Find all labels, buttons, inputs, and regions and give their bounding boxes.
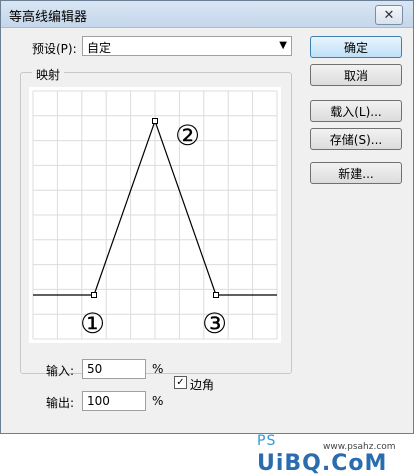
- new-button[interactable]: 新建...: [310, 162, 402, 184]
- output-label: 输出:: [46, 396, 75, 410]
- cancel-button[interactable]: 取消: [310, 64, 402, 86]
- input-field[interactable]: 50: [82, 359, 146, 379]
- output-field[interactable]: 100: [82, 391, 146, 411]
- preset-dropdown[interactable]: 自定 ▼: [82, 36, 292, 56]
- contour-editor-dialog: 等高线编辑器 ✕ 预设(P): 自定 ▼ 映射 ① ② ③ 确定 取消 载入(L…: [0, 0, 414, 476]
- close-icon: ✕: [383, 7, 395, 23]
- chevron-down-icon: ▼: [279, 40, 287, 51]
- save-button[interactable]: 存储(S)...: [310, 128, 402, 150]
- mapping-group-label: 映射: [32, 66, 65, 83]
- curve-graph[interactable]: ① ② ③: [29, 87, 281, 343]
- annotation-1: ①: [80, 307, 105, 340]
- preset-label: 预设(P):: [32, 42, 77, 56]
- title-bar[interactable]: 等高线编辑器 ✕: [1, 1, 413, 28]
- load-button[interactable]: 载入(L)...: [310, 100, 402, 122]
- preset-value: 自定: [87, 41, 112, 55]
- corner-label[interactable]: 边角: [190, 376, 214, 393]
- annotation-3: ③: [202, 307, 227, 340]
- annotation-2: ②: [175, 119, 200, 152]
- curve-point[interactable]: [213, 292, 219, 298]
- input-label: 输入:: [46, 364, 75, 378]
- dialog-body: 预设(P): 自定 ▼ 映射 ① ② ③ 确定 取消 载入(L)... 存储(S…: [2, 28, 412, 476]
- watermark-url: www.psahz.com: [323, 442, 396, 452]
- window-title: 等高线编辑器: [9, 10, 88, 25]
- watermark-ps: PS: [257, 433, 277, 449]
- curve-point[interactable]: [91, 292, 97, 298]
- output-unit: %: [152, 394, 164, 408]
- close-button[interactable]: ✕: [375, 5, 403, 25]
- watermark-text: UiBQ.CoM: [257, 451, 388, 476]
- ok-button[interactable]: 确定: [310, 36, 402, 58]
- corner-checkbox[interactable]: ✓: [174, 376, 187, 389]
- curve-point[interactable]: [152, 118, 158, 124]
- input-unit: %: [152, 362, 164, 376]
